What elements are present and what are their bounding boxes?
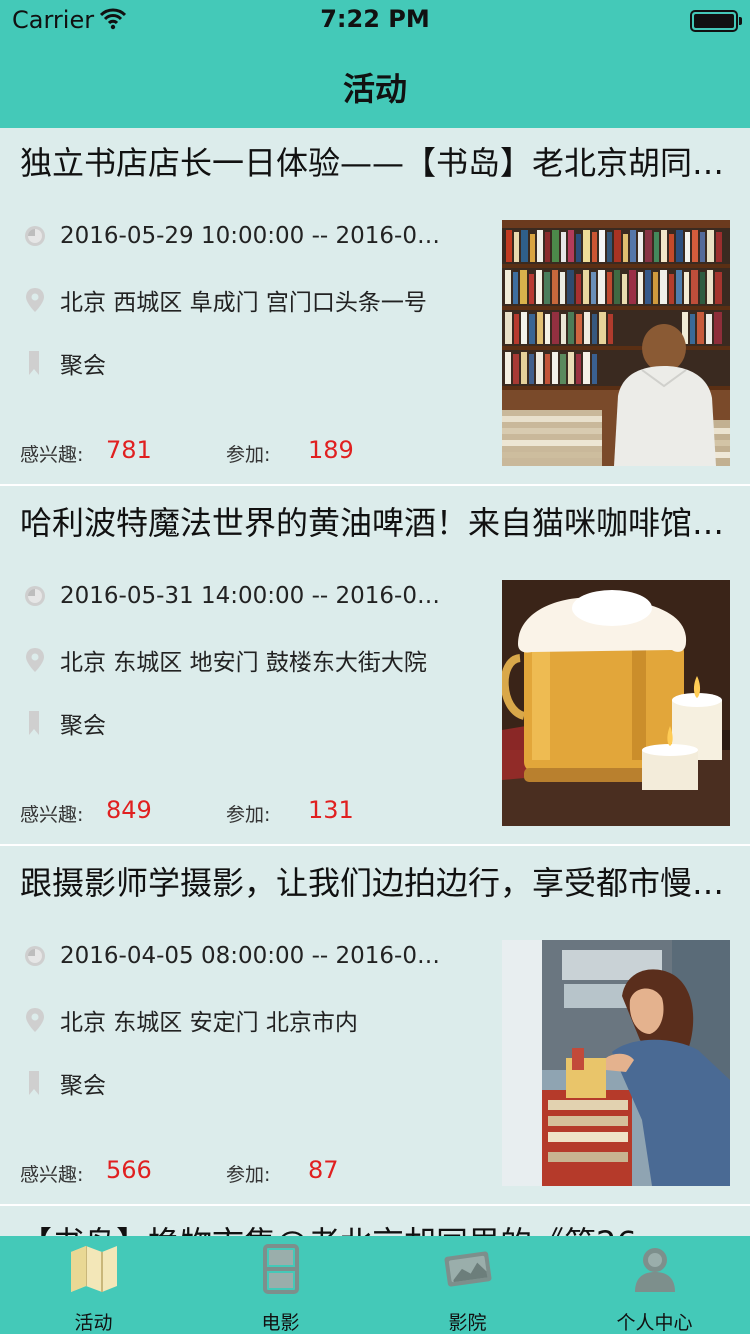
interest-count: 566 bbox=[106, 1156, 152, 1184]
event-category: 聚会 bbox=[60, 1073, 106, 1099]
clock-icon bbox=[25, 586, 45, 606]
tab-bar: 活动 电影 影院 个人中心 bbox=[0, 1236, 750, 1334]
status-time: 7:22 PM bbox=[320, 5, 430, 33]
tab-label: 电影 bbox=[261, 1312, 300, 1334]
tab-cinemas[interactable]: 影院 bbox=[374, 1236, 561, 1334]
join-label: 参加: bbox=[226, 1164, 271, 1186]
interest-label: 感兴趣: bbox=[20, 804, 84, 826]
tab-label: 活动 bbox=[74, 1312, 113, 1334]
tab-activities[interactable]: 活动 bbox=[0, 1236, 187, 1334]
event-time-row: 2016-05-31 14:00:00 -- 2016-05-31 18:00:… bbox=[24, 576, 444, 616]
interest-count: 849 bbox=[106, 796, 152, 824]
event-title: 【书岛】换物市集@老北京胡同里的《第26 bbox=[20, 1218, 732, 1236]
event-category-row: 聚会 bbox=[24, 703, 444, 743]
event-location: 北京 东城区 安定门 北京市内 bbox=[60, 1010, 358, 1036]
join-count: 131 bbox=[308, 796, 354, 824]
tab-movies[interactable]: 电影 bbox=[187, 1236, 374, 1334]
event-time: 2016-04-05 08:00:00 -- 2016-04-05 12:00:… bbox=[60, 943, 444, 969]
event-card[interactable]: 跟摄影师学摄影，让我们边拍边行，享受都市慢时光 2016-04-05 08:00… bbox=[0, 848, 750, 1206]
event-location: 北京 西城区 阜成门 宫门口头条一号 bbox=[60, 290, 427, 316]
event-title: 跟摄影师学摄影，让我们边拍边行，享受都市慢时光 bbox=[20, 864, 732, 902]
event-category-row: 聚会 bbox=[24, 343, 444, 383]
bookmark-icon bbox=[29, 1071, 39, 1095]
tab-label: 影院 bbox=[448, 1312, 487, 1334]
event-time-row: 2016-04-05 08:00:00 -- 2016-04-05 12:00:… bbox=[24, 936, 444, 976]
tab-profile[interactable]: 个人中心 bbox=[561, 1236, 748, 1334]
event-stats: 感兴趣: 566 参加: 87 bbox=[20, 1156, 480, 1188]
event-location-row: 北京 东城区 地安门 鼓楼东大街大院 bbox=[24, 640, 444, 680]
event-category: 聚会 bbox=[60, 713, 106, 739]
event-title: 独立书店店长一日体验——【书岛】老北京胡同里的独立书店 bbox=[20, 144, 732, 182]
bookmark-icon bbox=[29, 351, 39, 375]
film-icon bbox=[263, 1244, 299, 1294]
tab-label: 个人中心 bbox=[616, 1312, 693, 1334]
event-stats: 感兴趣: 849 参加: 131 bbox=[20, 796, 480, 828]
event-list[interactable]: 独立书店店长一日体验——【书岛】老北京胡同里的独立书店 2016-05-29 1… bbox=[0, 128, 750, 1236]
event-time-row: 2016-05-29 10:00:00 -- 2016-05-29 18:00:… bbox=[24, 216, 444, 256]
status-bar: Carrier 7:22 PM bbox=[0, 0, 750, 40]
location-pin-icon bbox=[26, 1008, 44, 1032]
join-count: 189 bbox=[308, 436, 354, 464]
event-location-row: 北京 西城区 阜成门 宫门口头条一号 bbox=[24, 280, 444, 320]
join-count: 87 bbox=[308, 1156, 339, 1184]
interest-label: 感兴趣: bbox=[20, 444, 84, 466]
clock-icon bbox=[25, 946, 45, 966]
navigation-bar: 活动 bbox=[0, 40, 750, 128]
reading-woman-photo[interactable] bbox=[502, 940, 730, 1186]
event-stats: 感兴趣: 781 参加: 189 bbox=[20, 436, 480, 468]
event-category: 聚会 bbox=[60, 353, 106, 379]
event-location-row: 北京 东城区 安定门 北京市内 bbox=[24, 1000, 444, 1040]
event-time: 2016-05-31 14:00:00 -- 2016-05-31 18:00:… bbox=[60, 583, 444, 609]
event-category-row: 聚会 bbox=[24, 1063, 444, 1103]
event-time: 2016-05-29 10:00:00 -- 2016-05-29 18:00:… bbox=[60, 223, 444, 249]
event-title: 哈利波特魔法世界的黄油啤酒！来自猫咪咖啡馆的特调 bbox=[20, 504, 732, 542]
location-pin-icon bbox=[26, 288, 44, 312]
event-card[interactable]: 独立书店店长一日体验——【书岛】老北京胡同里的独立书店 2016-05-29 1… bbox=[0, 128, 750, 486]
location-pin-icon bbox=[26, 648, 44, 672]
map-icon bbox=[71, 1246, 117, 1292]
join-label: 参加: bbox=[226, 444, 271, 466]
bookshelf-photo[interactable] bbox=[502, 220, 730, 466]
butterbeer-photo[interactable] bbox=[502, 580, 730, 826]
user-icon bbox=[635, 1248, 675, 1292]
interest-label: 感兴趣: bbox=[20, 1164, 84, 1186]
event-card[interactable]: 【书岛】换物市集@老北京胡同里的《第26 bbox=[0, 1208, 750, 1236]
bookmark-icon bbox=[29, 711, 39, 735]
interest-count: 781 bbox=[106, 436, 152, 464]
event-card[interactable]: 哈利波特魔法世界的黄油啤酒！来自猫咪咖啡馆的特调 2016-05-31 14:0… bbox=[0, 488, 750, 846]
join-label: 参加: bbox=[226, 804, 271, 826]
page-title: 活动 bbox=[342, 70, 407, 108]
clock-icon bbox=[25, 226, 45, 246]
battery-icon bbox=[690, 10, 742, 32]
cinema-icon bbox=[444, 1251, 492, 1287]
event-location: 北京 东城区 地安门 鼓楼东大街大院 bbox=[60, 650, 427, 676]
